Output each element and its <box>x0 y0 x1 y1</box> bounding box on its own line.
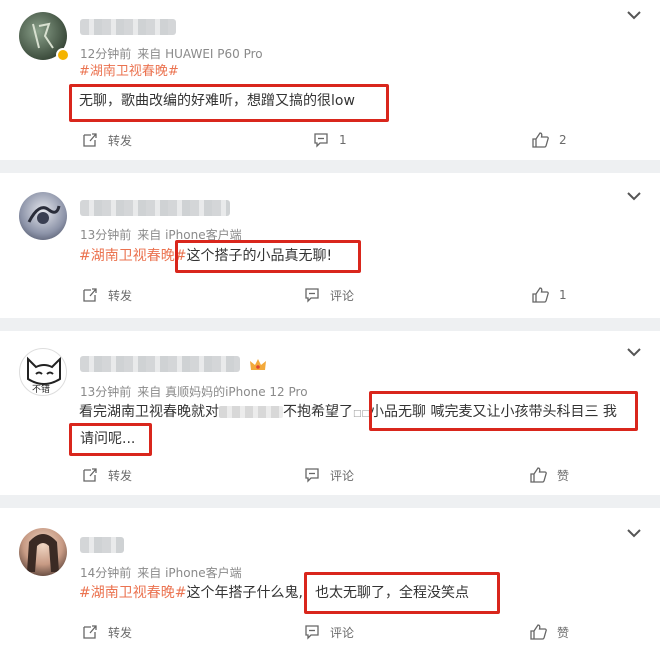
comment-card: 14分钟前 来自 iPhone客户端 #湖南卫视春晚#这个年搭子什么鬼, 也太无聊… <box>0 508 660 647</box>
comment-feed: 12分钟前 来自 HUAWEI P60 Pro #湖南卫视春晚# 无聊，歌曲改编的… <box>0 0 660 647</box>
timestamp: 13分钟前 <box>80 228 132 242</box>
highlight-box <box>369 391 638 431</box>
source: 来自 HUAWEI P60 Pro <box>137 47 263 61</box>
crown-icon <box>250 359 266 370</box>
timestamp: 12分钟前 <box>80 47 132 61</box>
timestamp: 14分钟前 <box>80 566 132 580</box>
blurred-name <box>219 406 283 418</box>
topic-tag[interactable]: #湖南卫视春晚# <box>79 585 186 601</box>
comment-card: 12分钟前 来自 HUAWEI P60 Pro #湖南卫视春晚# 无聊，歌曲改编的… <box>0 0 660 160</box>
repost-button[interactable]: 转发 <box>82 622 132 642</box>
chevron-down-icon[interactable] <box>626 190 642 202</box>
like-icon <box>532 132 549 148</box>
comment-button[interactable]: 1 <box>313 130 347 150</box>
like-button[interactable]: 2 <box>532 130 567 150</box>
avatar[interactable] <box>19 192 67 240</box>
comment-button[interactable]: 评论 <box>304 465 354 485</box>
chevron-down-icon[interactable] <box>626 9 642 21</box>
comment-card: 不错 13分钟前 来自 真顺妈妈的iPhone 12 Pro 看完湖南卫视春晚就对… <box>0 331 660 495</box>
action-bar: 转发 评论 赞 <box>0 465 660 485</box>
repost-icon <box>83 288 97 302</box>
chevron-down-icon[interactable] <box>626 346 642 358</box>
repost-icon <box>83 468 97 482</box>
username[interactable] <box>80 19 176 35</box>
comment-meta: 13分钟前 来自 真顺妈妈的iPhone 12 Pro <box>80 383 314 400</box>
comment-button[interactable]: 评论 <box>304 285 354 305</box>
username[interactable] <box>80 356 240 372</box>
repost-button[interactable]: 转发 <box>82 130 132 150</box>
topic-tag[interactable]: #湖南卫视春晚# <box>79 62 179 82</box>
username[interactable] <box>80 200 230 216</box>
repost-button[interactable]: 转发 <box>82 465 132 485</box>
comment-icon <box>305 625 319 640</box>
comment-icon <box>305 468 319 483</box>
highlight-box <box>69 84 389 122</box>
like-icon <box>530 624 547 640</box>
repost-button[interactable]: 转发 <box>82 285 132 305</box>
like-icon <box>532 287 549 303</box>
comment-meta: 12分钟前 来自 HUAWEI P60 Pro <box>80 45 269 62</box>
comment-card: 13分钟前 来自 iPhone客户端 #湖南卫视春晚#这个搭子的小品真无聊! 转发… <box>0 173 660 318</box>
topic-tag[interactable]: #湖南卫视春晚# <box>79 248 186 264</box>
action-bar: 转发 1 2 <box>0 130 660 150</box>
avatar[interactable]: 不错 <box>19 348 67 396</box>
comment-text: #湖南卫视春晚#这个年搭子什么鬼, <box>79 585 303 601</box>
avatar[interactable] <box>19 528 67 576</box>
highlight-box <box>304 572 500 614</box>
like-button[interactable]: 赞 <box>530 465 569 485</box>
comment-meta: 14分钟前 来自 iPhone客户端 <box>80 564 248 581</box>
action-bar: 转发 评论 1 <box>0 285 660 305</box>
comment-icon <box>305 288 319 303</box>
action-bar: 转发 评论 赞 <box>0 622 660 642</box>
source: 来自 真顺妈妈的iPhone 12 Pro <box>137 385 308 399</box>
like-button[interactable]: 赞 <box>530 622 569 642</box>
repost-icon <box>83 625 97 639</box>
highlight-box <box>175 240 361 273</box>
highlight-box <box>69 423 152 456</box>
like-icon <box>530 467 547 483</box>
chevron-down-icon[interactable] <box>626 527 642 539</box>
source: 来自 iPhone客户端 <box>137 566 242 580</box>
like-button[interactable]: 1 <box>532 285 567 305</box>
timestamp: 13分钟前 <box>80 385 132 399</box>
avatar-text: 不错 <box>32 385 51 395</box>
comment-button[interactable]: 评论 <box>304 622 354 642</box>
comment-icon <box>314 133 328 148</box>
verified-badge-icon <box>56 48 70 62</box>
repost-icon <box>83 133 97 147</box>
username[interactable] <box>80 537 124 553</box>
